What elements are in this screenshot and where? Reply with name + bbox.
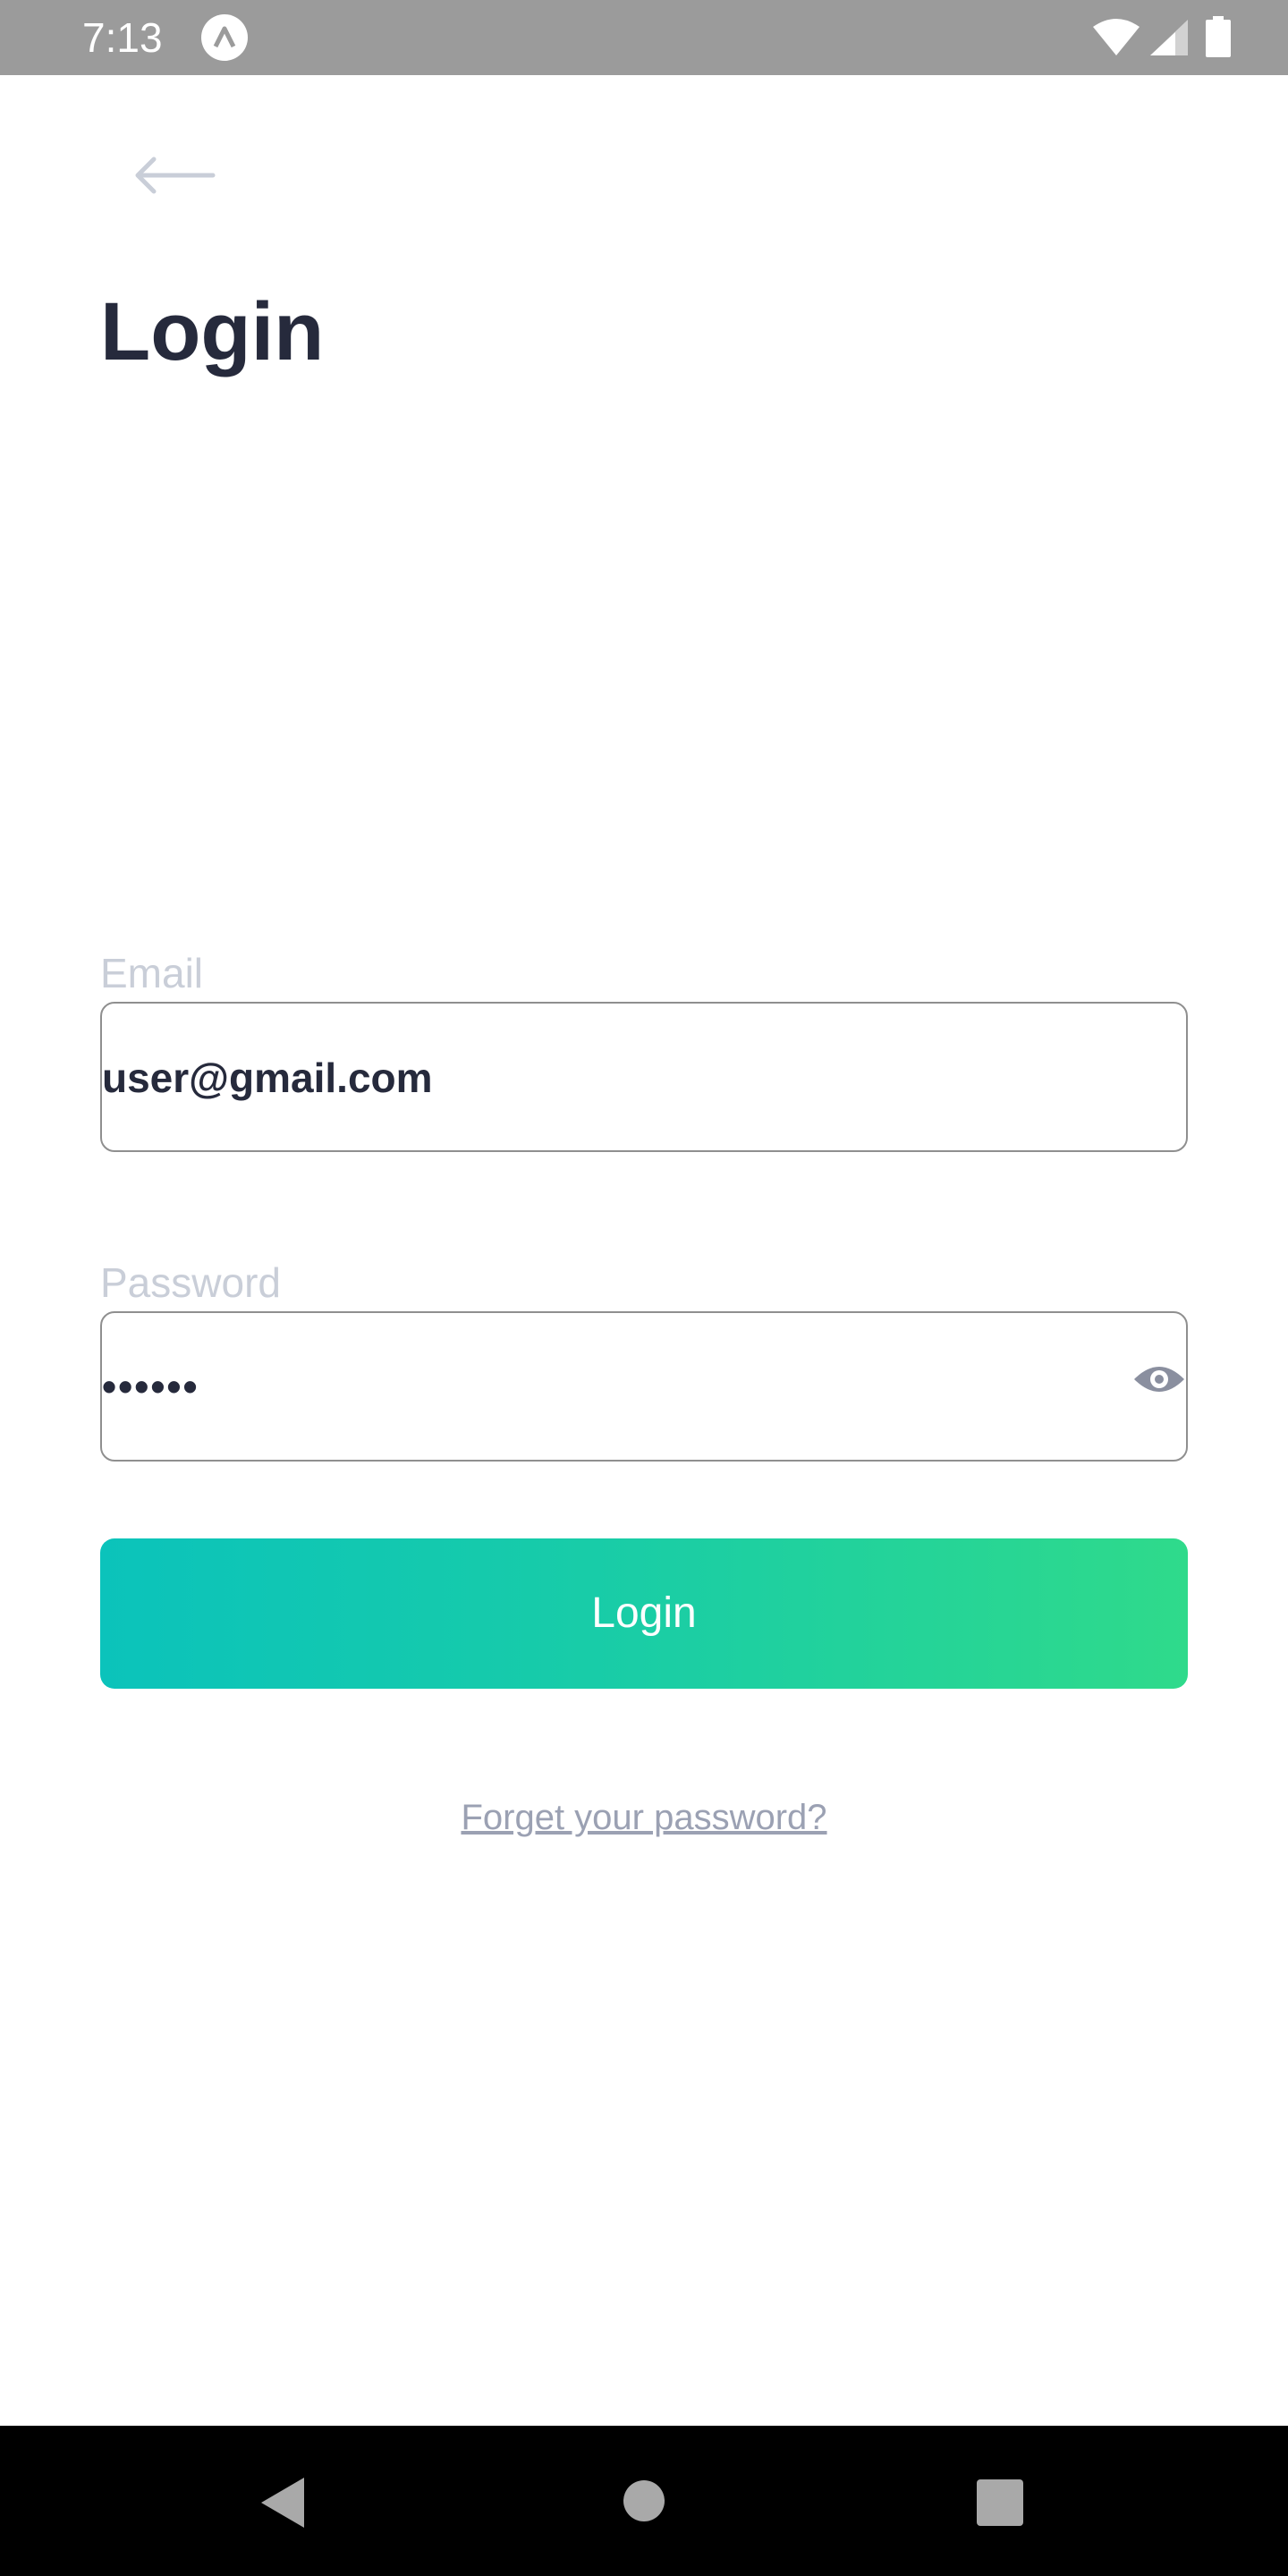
login-screen: 7:13 Login Email user@gmail.com Password…: [0, 0, 1288, 2576]
eye-icon[interactable]: [1132, 1360, 1186, 1399]
login-button[interactable]: Login: [100, 1538, 1188, 1689]
password-label: Password: [100, 1259, 281, 1306]
status-icons: [1091, 0, 1288, 75]
status-time: 7:13: [82, 14, 163, 61]
nav-home-icon[interactable]: [623, 2479, 665, 2522]
page-title: Login: [100, 286, 325, 377]
email-field[interactable]: user@gmail.com: [100, 1002, 1188, 1152]
wifi-icon: [1093, 19, 1140, 55]
status-bar: 7:13: [0, 0, 1288, 75]
a-app-icon: [201, 14, 248, 61]
arrow-left-icon[interactable]: [132, 148, 216, 202]
nav-back-icon[interactable]: [258, 2476, 308, 2529]
password-value[interactable]: ••••••: [102, 1361, 199, 1411]
forgot-password-link[interactable]: Forget your password?: [0, 1792, 1288, 1843]
signal-icon: [1150, 20, 1188, 55]
navigation-bar: [0, 2426, 1288, 2576]
password-field[interactable]: ••••••: [100, 1311, 1188, 1462]
nav-recents-icon[interactable]: [977, 2479, 1023, 2526]
email-value[interactable]: user@gmail.com: [102, 1053, 433, 1103]
login-button-label: Login: [591, 1589, 697, 1637]
battery-icon: [1206, 16, 1231, 57]
email-label: Email: [100, 950, 204, 996]
